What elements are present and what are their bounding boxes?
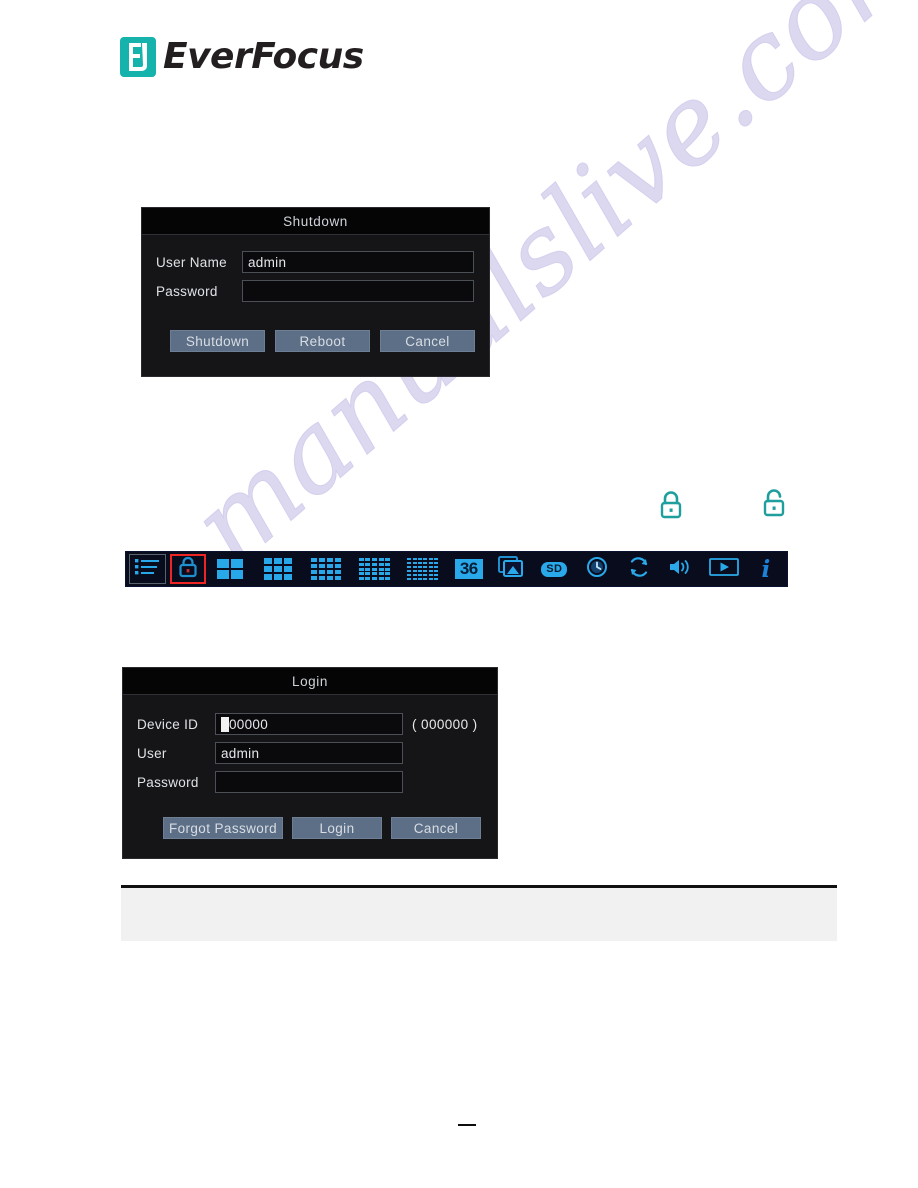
login-user-input[interactable]: admin — [215, 742, 403, 764]
shutdown-username-input[interactable]: admin — [242, 251, 474, 273]
toolbar-grid-6x6-button[interactable] — [399, 554, 447, 584]
toolbar-grid-3x3-button[interactable] — [254, 554, 302, 584]
login-user-value: admin — [221, 745, 260, 761]
shutdown-password-row: Password — [156, 278, 475, 304]
toolbar-info-button[interactable]: i — [745, 554, 787, 584]
login-dialog: Login Device ID 00000 ( 000000 ) User ad… — [123, 668, 497, 858]
toolbar-sd-button[interactable]: SD — [533, 554, 575, 584]
login-password-row: Password — [137, 769, 481, 795]
shutdown-dialog-titlebar: Shutdown — [142, 208, 489, 235]
grid-6x6-icon — [407, 557, 439, 581]
login-button[interactable]: Login — [291, 817, 382, 839]
note-callout-text — [121, 888, 837, 904]
login-user-label: User — [137, 745, 167, 761]
login-device-id-value: 00000 — [229, 716, 269, 732]
playback-icon — [708, 557, 739, 582]
toolbar-grid-4x4-button[interactable] — [302, 554, 350, 584]
toolbar-playback-button[interactable] — [702, 554, 744, 584]
login-device-id-row: Device ID 00000 ( 000000 ) — [137, 711, 481, 737]
shutdown-dialog-body: User Name admin Password Shutdown Reboot… — [142, 235, 489, 352]
shutdown-password-label: Password — [156, 283, 218, 299]
toolbar-channel-count-button[interactable]: 36 — [447, 554, 491, 584]
sequence-refresh-icon — [627, 556, 651, 583]
login-dialog-buttons: Forgot Password Login Cancel — [163, 817, 481, 839]
forgot-password-button[interactable]: Forgot Password — [163, 817, 283, 839]
reboot-button[interactable]: Reboot — [275, 330, 370, 352]
volume-icon — [668, 557, 694, 582]
everfocus-f-mark-icon — [120, 37, 156, 77]
info-icon: i — [761, 555, 771, 583]
shutdown-dialog-title: Shutdown — [283, 213, 348, 229]
shutdown-username-value: admin — [248, 254, 287, 270]
brand-name: EverFocus — [163, 36, 364, 77]
shutdown-dialog: Shutdown User Name admin Password Shutdo… — [142, 208, 489, 376]
shutdown-button[interactable]: Shutdown — [170, 330, 265, 352]
login-device-id-input[interactable]: 00000 — [215, 713, 403, 735]
login-dialog-body: Device ID 00000 ( 000000 ) User admin Pa… — [123, 695, 497, 839]
toolbar-snapshot-button[interactable] — [491, 554, 533, 584]
grid-2x2-icon — [217, 559, 244, 579]
channel-count-badge: 36 — [454, 559, 483, 579]
page-footer-marker — [458, 1124, 476, 1126]
login-cancel-button[interactable]: Cancel — [390, 817, 481, 839]
toolbar-grid-2x2-button[interactable] — [206, 554, 254, 584]
sd-card-badge: SD — [541, 561, 568, 577]
menu-list-icon — [135, 558, 160, 581]
shutdown-dialog-buttons: Shutdown Reboot Cancel — [170, 330, 475, 352]
shutdown-cancel-button[interactable]: Cancel — [380, 330, 475, 352]
clock-icon — [586, 556, 608, 583]
login-dialog-title: Login — [291, 673, 329, 689]
text-cursor — [221, 716, 229, 732]
lock-open-icon — [761, 487, 787, 524]
toolbar-sequence-button[interactable] — [618, 554, 660, 584]
note-callout-box — [121, 885, 837, 941]
shutdown-password-input[interactable] — [242, 280, 474, 302]
shutdown-username-label: User Name — [156, 254, 227, 270]
login-password-input[interactable] — [215, 771, 403, 793]
toolbar-grid-5x5-button[interactable] — [351, 554, 399, 584]
lock-icon — [178, 556, 198, 583]
login-dialog-titlebar: Login — [123, 668, 497, 695]
login-user-row: User admin — [137, 740, 481, 766]
toolbar-volume-button[interactable] — [660, 554, 702, 584]
lock-closed-icon — [658, 489, 684, 526]
dvr-live-toolbar: 36 SD i — [125, 551, 788, 587]
snapshot-icon — [498, 555, 526, 584]
grid-4x4-icon — [311, 558, 342, 580]
grid-3x3-icon — [264, 558, 293, 580]
grid-5x5-icon — [358, 558, 391, 580]
toolbar-menu-button[interactable] — [129, 554, 166, 584]
login-device-id-label: Device ID — [137, 716, 199, 732]
toolbar-lock-button[interactable] — [169, 554, 207, 584]
login-device-id-hint: ( 000000 ) — [412, 716, 478, 732]
shutdown-username-row: User Name admin — [156, 249, 475, 275]
toolbar-clock-button[interactable] — [576, 554, 618, 584]
login-password-label: Password — [137, 774, 199, 790]
everfocus-logo: EverFocus — [120, 37, 364, 77]
